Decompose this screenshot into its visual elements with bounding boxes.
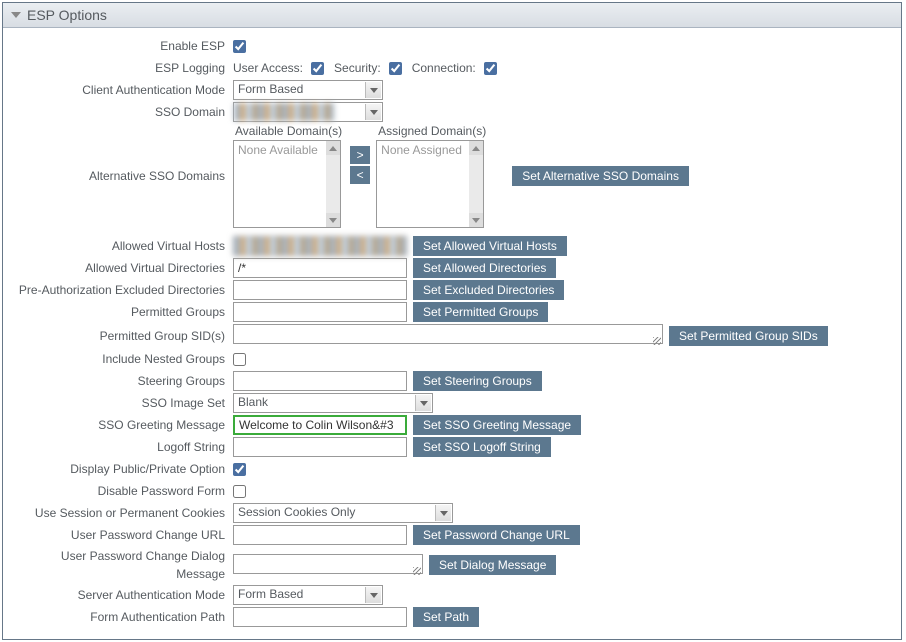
- logoff-string-input[interactable]: [233, 437, 407, 457]
- scrollbar[interactable]: [326, 141, 340, 227]
- form-auth-path-input[interactable]: [233, 607, 407, 627]
- set-dialog-msg-button[interactable]: Set Dialog Message: [429, 555, 556, 575]
- panel-title: ESP Options: [27, 7, 107, 23]
- steering-groups-input[interactable]: [233, 371, 407, 391]
- form-auth-path-label: Form Authentication Path: [11, 608, 233, 626]
- sso-image-set-label: SSO Image Set: [11, 394, 233, 412]
- enable-esp-label: Enable ESP: [11, 37, 233, 55]
- set-excluded-dirs-button[interactable]: Set Excluded Directories: [413, 280, 564, 300]
- steering-groups-label: Steering Groups: [11, 372, 233, 390]
- client-auth-mode-select[interactable]: Form Based: [233, 80, 383, 100]
- esp-options-panel: ESP Options Enable ESP ESP Logging User …: [2, 2, 902, 640]
- move-right-button[interactable]: >: [350, 146, 370, 164]
- assigned-domains-header: Assigned Domain(s): [376, 124, 488, 140]
- move-left-button[interactable]: <: [350, 166, 370, 184]
- scrollbar[interactable]: [469, 141, 483, 227]
- panel-body: Enable ESP ESP Logging User Access: Secu…: [3, 28, 901, 639]
- server-auth-mode-select[interactable]: Form Based: [233, 585, 383, 605]
- allowed-vdirs-label: Allowed Virtual Directories: [11, 259, 233, 277]
- disable-pwd-label: Disable Password Form: [11, 482, 233, 500]
- enable-esp-checkbox[interactable]: [233, 40, 246, 53]
- user-access-checkbox[interactable]: [311, 62, 324, 75]
- perm-groups-label: Permitted Groups: [11, 303, 233, 321]
- display-pp-label: Display Public/Private Option: [11, 460, 233, 478]
- pwd-change-url-label: User Password Change URL: [11, 526, 233, 544]
- set-allowed-dirs-button[interactable]: Set Allowed Directories: [413, 258, 556, 278]
- set-sso-greeting-button[interactable]: Set SSO Greeting Message: [413, 415, 581, 435]
- alt-sso-domains-label: Alternative SSO Domains: [11, 167, 233, 185]
- assigned-placeholder: None Assigned: [381, 143, 462, 157]
- available-domains-header: Available Domain(s): [233, 124, 344, 140]
- perm-groups-input[interactable]: [233, 302, 407, 322]
- allowed-vhosts-label: Allowed Virtual Hosts: [11, 237, 233, 255]
- set-pwd-change-url-button[interactable]: Set Password Change URL: [413, 525, 580, 545]
- preauth-excl-input[interactable]: [233, 280, 407, 300]
- allowed-vhosts-input[interactable]: [233, 236, 407, 256]
- set-logoff-string-button[interactable]: Set SSO Logoff String: [413, 437, 551, 457]
- available-placeholder: None Available: [238, 143, 318, 157]
- pwd-dialog-label: User Password Change Dialog Message: [11, 547, 233, 583]
- sso-image-set-select[interactable]: Blank: [233, 393, 433, 413]
- esp-logging-label: ESP Logging: [11, 59, 233, 77]
- sso-greeting-input[interactable]: [233, 415, 407, 435]
- set-perm-sids-button[interactable]: Set Permitted Group SIDs: [669, 326, 828, 346]
- set-path-button[interactable]: Set Path: [413, 607, 479, 627]
- cookies-label: Use Session or Permanent Cookies: [11, 504, 233, 522]
- sso-domain-label: SSO Domain: [11, 103, 233, 121]
- perm-sids-label: Permitted Group SID(s): [11, 327, 233, 345]
- set-perm-groups-button[interactable]: Set Permitted Groups: [413, 302, 548, 322]
- sso-greeting-label: SSO Greeting Message: [11, 416, 233, 434]
- pwd-change-url-input[interactable]: [233, 525, 407, 545]
- logoff-string-label: Logoff String: [11, 438, 233, 456]
- set-steering-groups-button[interactable]: Set Steering Groups: [413, 371, 542, 391]
- connection-checkbox[interactable]: [484, 62, 497, 75]
- disable-pwd-checkbox[interactable]: [233, 485, 246, 498]
- cookies-select[interactable]: Session Cookies Only: [233, 503, 453, 523]
- collapse-icon: [11, 12, 21, 18]
- security-label: Security:: [334, 61, 381, 75]
- nested-groups-checkbox[interactable]: [233, 353, 246, 366]
- security-checkbox[interactable]: [389, 62, 402, 75]
- panel-header[interactable]: ESP Options: [3, 3, 901, 28]
- available-domains-listbox[interactable]: None Available: [233, 140, 341, 228]
- display-pp-checkbox[interactable]: [233, 463, 246, 476]
- nested-groups-label: Include Nested Groups: [11, 350, 233, 368]
- user-access-label: User Access:: [233, 61, 303, 75]
- pwd-dialog-input[interactable]: [233, 554, 423, 574]
- set-alt-sso-domains-button[interactable]: Set Alternative SSO Domains: [512, 166, 689, 186]
- connection-label: Connection:: [412, 61, 476, 75]
- preauth-excl-label: Pre-Authorization Excluded Directories: [11, 281, 233, 299]
- set-allowed-vhosts-button[interactable]: Set Allowed Virtual Hosts: [413, 236, 567, 256]
- client-auth-mode-label: Client Authentication Mode: [11, 81, 233, 99]
- perm-sids-input[interactable]: [233, 324, 663, 344]
- resize-handle-icon[interactable]: [653, 337, 661, 345]
- assigned-domains-listbox[interactable]: None Assigned: [376, 140, 484, 228]
- resize-handle-icon[interactable]: [413, 567, 421, 575]
- sso-domain-select[interactable]: [233, 102, 383, 122]
- allowed-vdirs-input[interactable]: [233, 258, 407, 278]
- server-auth-mode-label: Server Authentication Mode: [11, 586, 233, 604]
